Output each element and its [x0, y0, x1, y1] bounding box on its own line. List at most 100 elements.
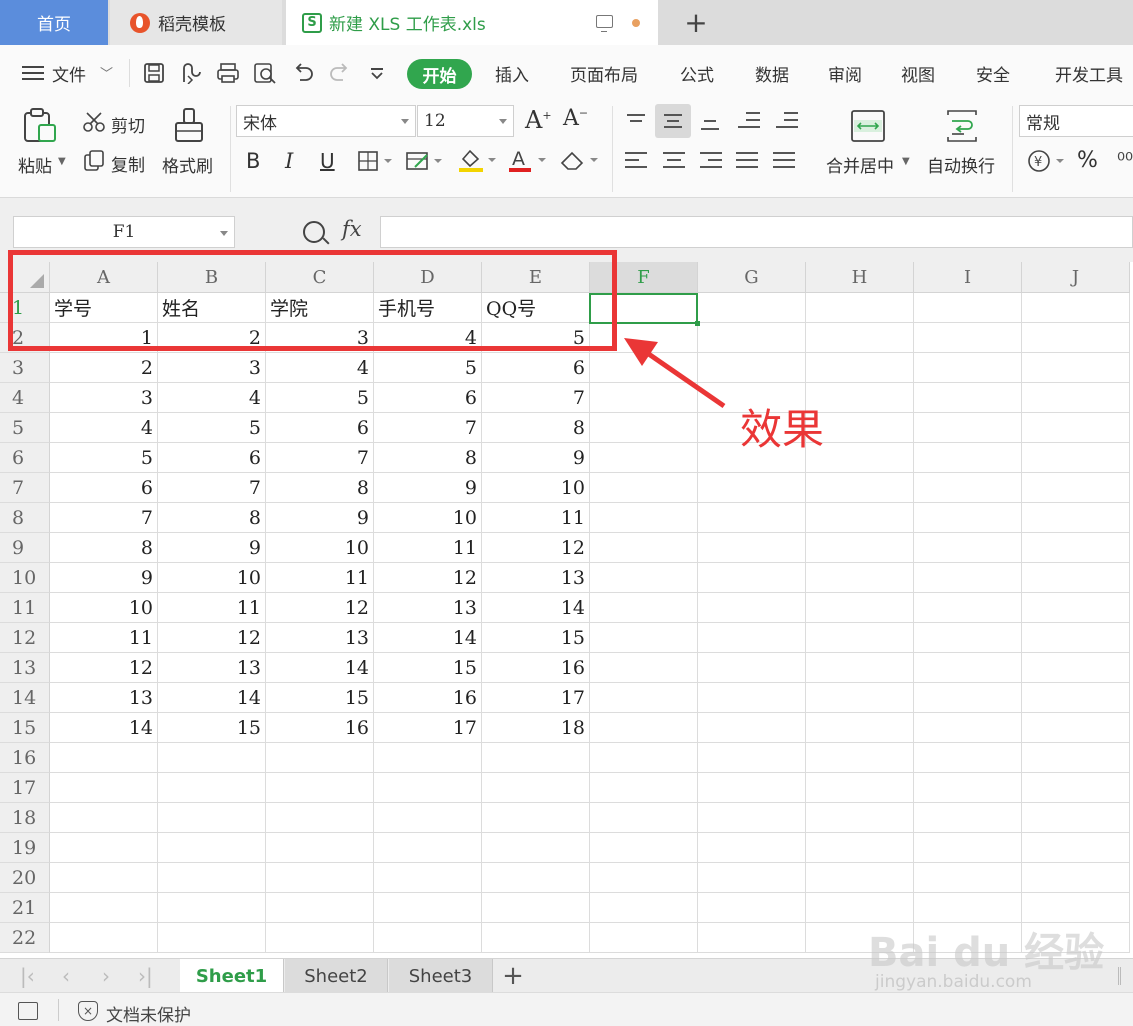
cell-f19[interactable]: [590, 833, 698, 863]
cell-a5[interactable]: 4: [50, 413, 158, 443]
cell-d17[interactable]: [374, 773, 482, 803]
cell-b5[interactable]: 5: [158, 413, 266, 443]
cell-g21[interactable]: [698, 893, 806, 923]
increase-indent-icon[interactable]: [776, 110, 798, 130]
justify-icon[interactable]: [736, 150, 758, 170]
cell-b22[interactable]: [158, 923, 266, 953]
font-name-combo[interactable]: 宋体: [236, 105, 416, 137]
cell-d9[interactable]: 11: [374, 533, 482, 563]
align-right-icon[interactable]: [700, 150, 722, 170]
prev-sheet-icon[interactable]: ‹: [62, 964, 70, 988]
cell-i9[interactable]: [914, 533, 1022, 563]
tab-splitter-handle[interactable]: [1118, 967, 1121, 985]
wrap-text-label[interactable]: 自动换行: [927, 152, 995, 177]
cell-d14[interactable]: 16: [374, 683, 482, 713]
cell-a4[interactable]: 3: [50, 383, 158, 413]
underline-button[interactable]: U: [320, 149, 335, 173]
cell-j11[interactable]: [1022, 593, 1130, 623]
cell-b7[interactable]: 7: [158, 473, 266, 503]
document-protection-status[interactable]: 文档未保护: [106, 1001, 191, 1026]
cell-h18[interactable]: [806, 803, 914, 833]
cell-c15[interactable]: 16: [266, 713, 374, 743]
cell-f18[interactable]: [590, 803, 698, 833]
cell-d22[interactable]: [374, 923, 482, 953]
undo-icon[interactable]: [290, 59, 316, 87]
cell-b19[interactable]: [158, 833, 266, 863]
cell-b4[interactable]: 4: [158, 383, 266, 413]
shield-icon[interactable]: ×: [78, 1001, 98, 1021]
cell-e19[interactable]: [482, 833, 590, 863]
clear-format-icon[interactable]: [557, 146, 601, 174]
cell-d10[interactable]: 12: [374, 563, 482, 593]
align-bottom-icon[interactable]: [699, 112, 721, 132]
row-header[interactable]: 21: [0, 893, 50, 923]
cell-j2[interactable]: [1022, 323, 1130, 353]
cell-i14[interactable]: [914, 683, 1022, 713]
cell-i21[interactable]: [914, 893, 1022, 923]
cell-f14[interactable]: [590, 683, 698, 713]
menu-file[interactable]: 文件: [52, 61, 86, 86]
cell-j14[interactable]: [1022, 683, 1130, 713]
cell-j6[interactable]: [1022, 443, 1130, 473]
cell-e20[interactable]: [482, 863, 590, 893]
spreadsheet-grid[interactable]: A B C D E F G H I J 1 学号 姓名 学院 手机号 QQ号 2 1 2 3 4 5 3 2 3 4 5 6 4 3 4 5 6…: [0, 262, 1133, 958]
cell-d13[interactable]: 15: [374, 653, 482, 683]
cell-j10[interactable]: [1022, 563, 1130, 593]
find-zoom-icon[interactable]: [303, 221, 325, 243]
cell-i19[interactable]: [914, 833, 1022, 863]
cell-d11[interactable]: 13: [374, 593, 482, 623]
print-preview-icon[interactable]: [252, 59, 278, 87]
cell-j13[interactable]: [1022, 653, 1130, 683]
row-header[interactable]: 20: [0, 863, 50, 893]
cell-g22[interactable]: [698, 923, 806, 953]
paste-dropdown-icon[interactable]: ▼: [58, 156, 66, 167]
tab-current-file[interactable]: S 新建 XLS 工作表.xls: [286, 0, 658, 45]
cell-e17[interactable]: [482, 773, 590, 803]
row-header[interactable]: 18: [0, 803, 50, 833]
column-header-h[interactable]: H: [806, 262, 914, 293]
paste-icon[interactable]: [20, 106, 60, 146]
cell-c18[interactable]: [266, 803, 374, 833]
cell-c8[interactable]: 9: [266, 503, 374, 533]
cell-b11[interactable]: 11: [158, 593, 266, 623]
cell-i7[interactable]: [914, 473, 1022, 503]
cell-d7[interactable]: 9: [374, 473, 482, 503]
cell-c11[interactable]: 12: [266, 593, 374, 623]
cell-c13[interactable]: 14: [266, 653, 374, 683]
cell-j9[interactable]: [1022, 533, 1130, 563]
cell-i5[interactable]: [914, 413, 1022, 443]
menu-start[interactable]: 开始: [407, 59, 472, 89]
cell-h8[interactable]: [806, 503, 914, 533]
cell-b8[interactable]: 8: [158, 503, 266, 533]
cell-h17[interactable]: [806, 773, 914, 803]
cell-h11[interactable]: [806, 593, 914, 623]
cell-e8[interactable]: 11: [482, 503, 590, 533]
sheet-tab-sheet1[interactable]: Sheet1: [180, 959, 284, 993]
cell-d19[interactable]: [374, 833, 482, 863]
cell-i16[interactable]: [914, 743, 1022, 773]
quick-access-dropdown-icon[interactable]: [364, 59, 390, 87]
cell-b15[interactable]: 15: [158, 713, 266, 743]
cell-h19[interactable]: [806, 833, 914, 863]
cell-e22[interactable]: [482, 923, 590, 953]
bold-button[interactable]: B: [246, 149, 260, 173]
menu-data[interactable]: 数据: [755, 61, 789, 86]
row-header[interactable]: 5: [0, 413, 50, 443]
print-icon[interactable]: [215, 59, 241, 87]
menu-page-layout[interactable]: 页面布局: [570, 61, 638, 86]
cell-i3[interactable]: [914, 353, 1022, 383]
cell-e14[interactable]: 17: [482, 683, 590, 713]
cell-h2[interactable]: [806, 323, 914, 353]
wrap-text-icon[interactable]: [940, 106, 984, 146]
cell-b20[interactable]: [158, 863, 266, 893]
cell-h20[interactable]: [806, 863, 914, 893]
number-format-combo[interactable]: 常规: [1019, 105, 1133, 137]
cell-g17[interactable]: [698, 773, 806, 803]
cell-a13[interactable]: 12: [50, 653, 158, 683]
row-header[interactable]: 10: [0, 563, 50, 593]
column-header-i[interactable]: I: [914, 262, 1022, 293]
row-header[interactable]: 22: [0, 923, 50, 953]
scissors-icon[interactable]: [82, 110, 106, 134]
merge-dropdown-icon[interactable]: ▼: [902, 156, 910, 167]
cell-g7[interactable]: [698, 473, 806, 503]
